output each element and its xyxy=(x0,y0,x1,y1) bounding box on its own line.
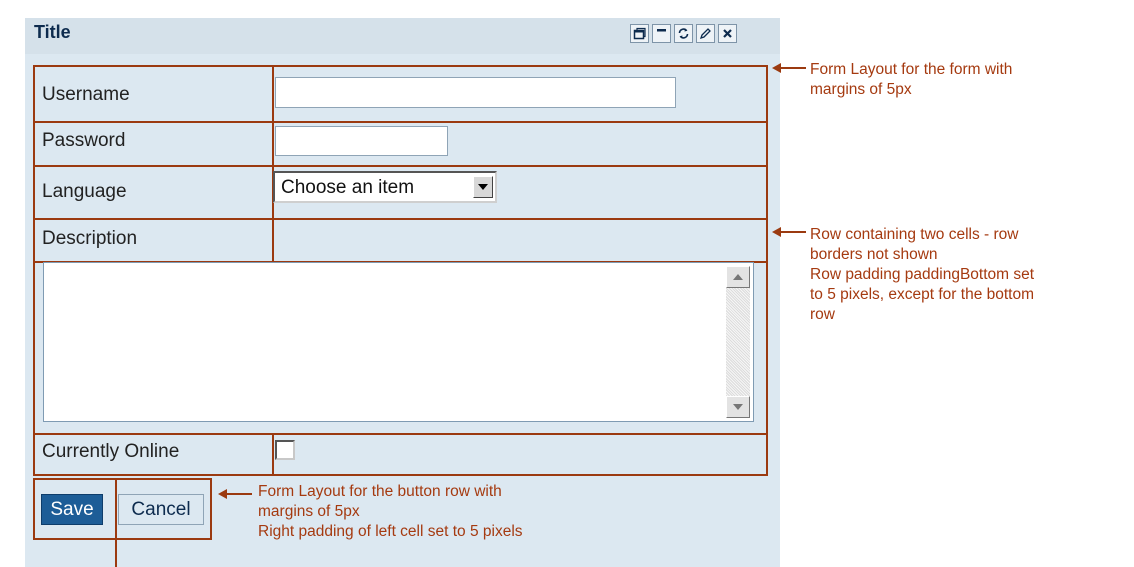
form-layout-border-right xyxy=(766,65,768,476)
annotation-form-layout: Form Layout for the form with margins of… xyxy=(810,61,1013,98)
button-cell-divider xyxy=(115,478,117,567)
textarea-scrollbar[interactable] xyxy=(726,266,750,418)
button-layout-border-top xyxy=(33,478,212,480)
language-select[interactable]: Choose an item xyxy=(273,171,497,203)
close-icon[interactable] xyxy=(718,24,737,43)
username-label: Username xyxy=(42,84,130,105)
password-field[interactable] xyxy=(275,126,448,156)
cell-divider xyxy=(272,65,274,263)
annotation-arrow xyxy=(218,489,252,499)
password-label: Password xyxy=(42,130,126,151)
minimize-icon[interactable] xyxy=(652,24,671,43)
button-layout-border-left xyxy=(33,478,35,540)
annotation-button-row: Form Layout for the button row with marg… xyxy=(258,483,523,540)
refresh-icon[interactable] xyxy=(674,24,693,43)
language-label: Language xyxy=(42,181,127,202)
form-layout-border-top xyxy=(33,65,768,67)
description-textarea[interactable] xyxy=(43,262,754,422)
description-label: Description xyxy=(42,228,138,249)
portlet-titlebar: Title xyxy=(25,18,780,54)
annotation-row: Row containing two cells - row borders n… xyxy=(810,226,1035,323)
row-divider xyxy=(33,165,768,167)
language-select-value: Choose an item xyxy=(281,177,415,198)
button-layout-border-bottom xyxy=(33,538,212,540)
form-layout-border-left xyxy=(33,65,35,476)
cancel-button[interactable]: Cancel xyxy=(118,494,204,525)
annotation-arrow xyxy=(772,227,806,237)
row-divider xyxy=(33,433,768,435)
save-button[interactable]: Save xyxy=(41,494,103,525)
online-label: Currently Online xyxy=(42,441,180,462)
annotation-arrow xyxy=(772,63,806,73)
scroll-down-icon[interactable] xyxy=(726,396,750,418)
row-divider xyxy=(33,218,768,220)
username-field[interactable] xyxy=(275,77,676,108)
online-checkbox[interactable] xyxy=(275,440,295,460)
cell-divider xyxy=(272,433,274,476)
row-divider xyxy=(33,121,768,123)
form-layout-border-bottom xyxy=(33,474,768,476)
portlet-title: Title xyxy=(34,22,71,42)
portlet-toolbar xyxy=(630,24,737,43)
scroll-track[interactable] xyxy=(726,288,750,396)
edit-icon[interactable] xyxy=(696,24,715,43)
button-layout-border-right xyxy=(210,478,212,540)
chevron-down-icon[interactable] xyxy=(473,176,493,198)
restore-icon[interactable] xyxy=(630,24,649,43)
scroll-up-icon[interactable] xyxy=(726,266,750,288)
